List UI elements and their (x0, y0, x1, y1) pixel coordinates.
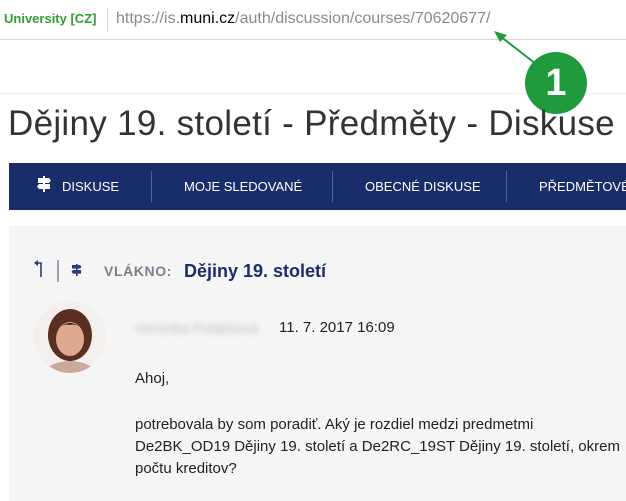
main-nav: DISKUSE MOJE SLEDOVANÉ OBECNÉ DISKUSE PŘ… (9, 163, 626, 210)
nav-divider (151, 171, 152, 202)
url-field[interactable]: https://is.muni.cz/auth/discussion/cours… (116, 10, 490, 28)
nav-item-my-watched[interactable]: MOJE SLEDOVANÉ (184, 163, 302, 210)
signpost-icon (36, 175, 52, 198)
address-separator (107, 8, 108, 32)
nav-label-course: PŘEDMĚTOVÉ (539, 179, 626, 194)
url-path: /auth/discussion/courses/70620677/ (235, 10, 491, 27)
url-prefix: https://is. (116, 10, 181, 27)
nav-divider (332, 171, 333, 202)
header-divider (57, 260, 59, 282)
url-domain: muni.cz (180, 10, 236, 27)
signpost-icon (71, 263, 82, 280)
post-greeting: Ahoj, (135, 370, 170, 387)
post-body: potrebovala by som poradiť. Aký je rozdi… (135, 414, 626, 480)
nav-label-my-watched: MOJE SLEDOVANÉ (184, 179, 303, 194)
nav-item-course[interactable]: PŘEDMĚTOVÉ (539, 163, 626, 210)
post-date: 11. 7. 2017 16:09 (279, 319, 395, 336)
nav-label-general: OBECNÉ DISKUSE (365, 179, 481, 194)
certificate-label[interactable]: University [CZ] (4, 11, 96, 26)
address-bar[interactable]: University [CZ] https://is.muni.cz/auth/… (0, 0, 626, 40)
post-line: potrebovala by som poradiť. Aký je rozdi… (135, 416, 534, 433)
back-arrow-icon[interactable] (33, 258, 47, 284)
nav-divider (506, 171, 507, 202)
post-line: počtu kreditov? (135, 460, 237, 477)
nav-label-discussion: DISKUSE (62, 179, 120, 194)
thread-header: VLÁKNO: Dějiny 19. století (33, 258, 326, 284)
thread-title[interactable]: Dějiny 19. století (184, 261, 326, 282)
nav-item-general[interactable]: OBECNÉ DISKUSE (365, 163, 481, 210)
thread-label: VLÁKNO: (104, 263, 172, 279)
nav-item-discussion[interactable]: DISKUSE (36, 163, 119, 210)
post-line: De2BK_OD19 Dějiny 19. století a De2RC_19… (135, 438, 620, 455)
avatar (34, 301, 106, 373)
page-title: Dějiny 19. století - Předměty - Diskuse (8, 104, 615, 143)
post-author[interactable]: Veronika Poláčková (135, 320, 258, 336)
